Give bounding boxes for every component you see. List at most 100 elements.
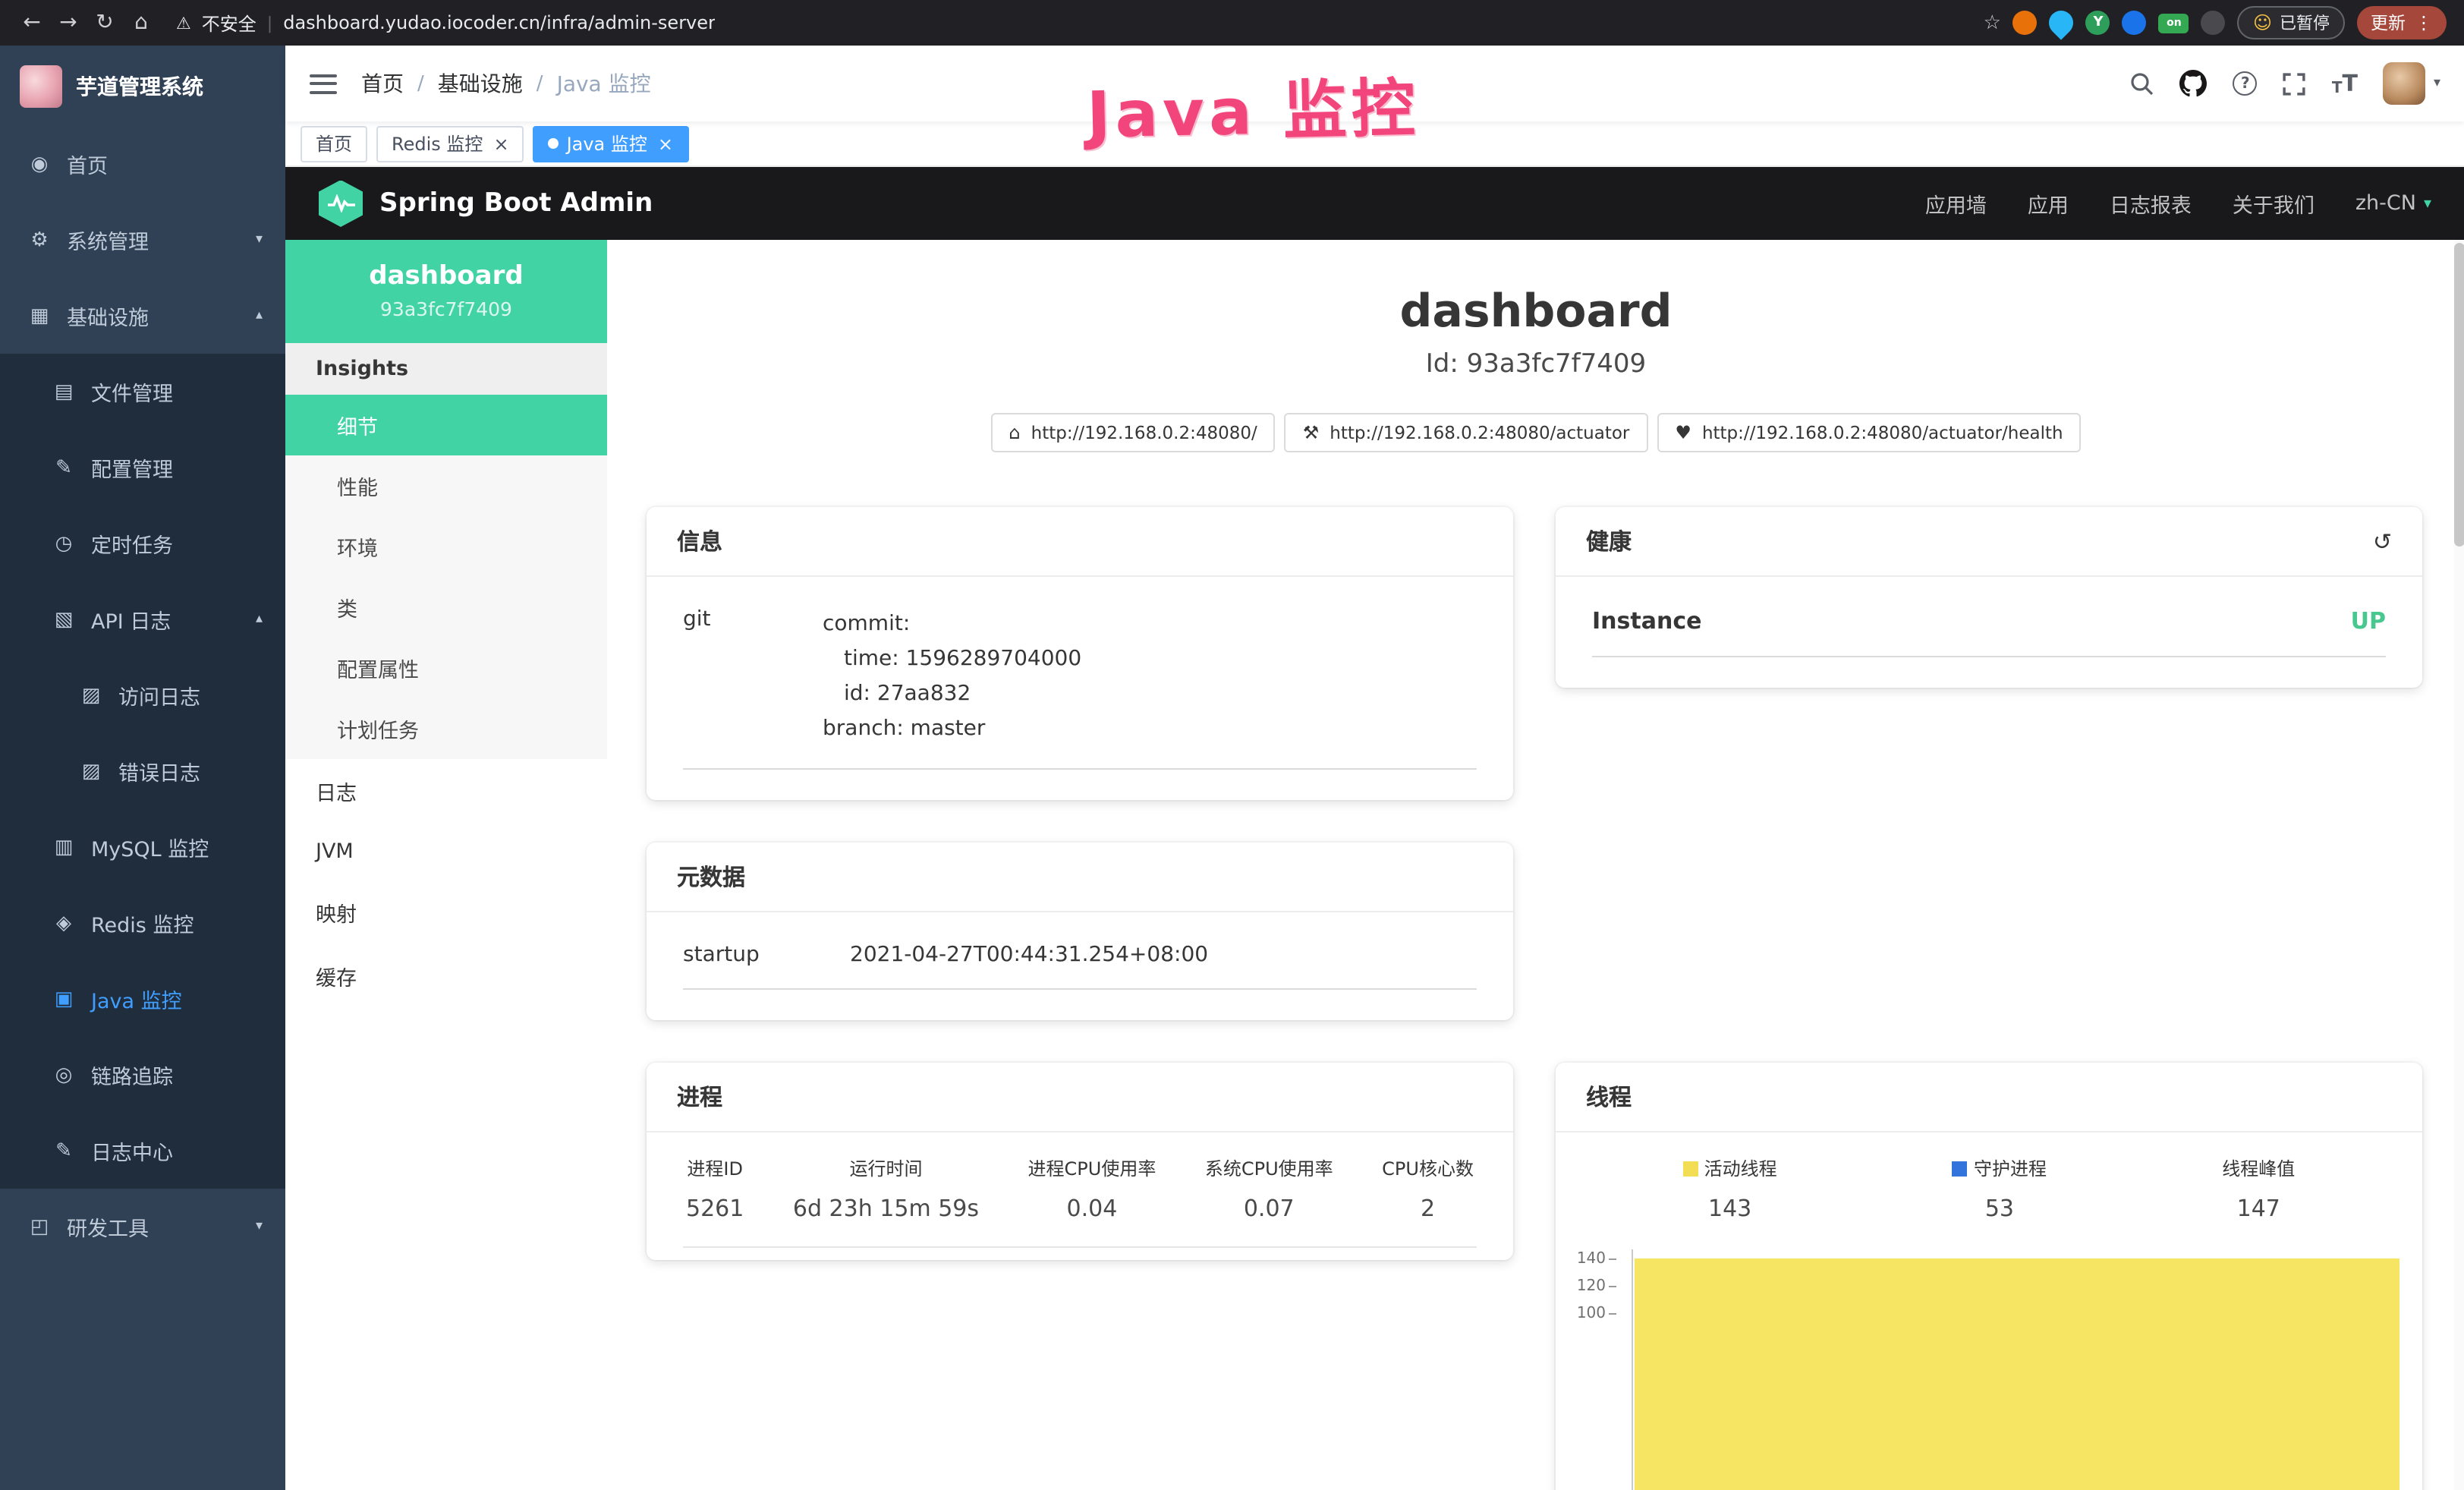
sba-menu-mappings[interactable]: 映射 [285, 880, 607, 944]
sidebar-item-label: 日志中心 [91, 1136, 173, 1166]
actuator-url-button[interactable]: ⚒ http://192.168.0.2:48080/actuator [1285, 413, 1648, 452]
sba-menu-logging[interactable]: 日志 [285, 759, 607, 823]
sba-menu-environment[interactable]: 环境 [285, 516, 607, 577]
sba-menu-scheduled-tasks[interactable]: 计划任务 [285, 698, 607, 759]
sidebar-item-home[interactable]: ◉ 首页 [0, 126, 285, 202]
sidebar-item-mysql-monitor[interactable]: ▥ MySQL 监控 [0, 809, 285, 885]
url-text: dashboard.yudao.iocoder.cn/infra/admin-s… [283, 12, 716, 33]
bookmark-star-icon[interactable]: ☆ [1984, 11, 2001, 34]
stat-label: 进程CPU使用率 [1028, 1156, 1156, 1182]
sidebar-item-label: 定时任务 [91, 528, 173, 559]
forward-icon[interactable]: → [52, 6, 85, 39]
close-icon[interactable]: × [658, 133, 673, 154]
sba-locale-select[interactable]: zh-CN ▾ [2355, 191, 2431, 216]
sidebar-item-api-log[interactable]: ▧ API 日志 ▴ [0, 581, 285, 657]
card-health: 健康 ↺ Instance UP [1556, 507, 2422, 688]
sba-menu-metrics[interactable]: 性能 [285, 455, 607, 516]
extension-icon-green[interactable]: Y [2086, 11, 2110, 35]
sba-instance-header[interactable]: dashboard 93a3fc7f7409 [285, 240, 607, 343]
sba-menu-jvm[interactable]: JVM [285, 823, 607, 880]
history-icon[interactable]: ↺ [2373, 528, 2392, 555]
home-icon[interactable]: ⌂ [124, 6, 158, 39]
sidebar-item-java-monitor[interactable]: ▣ Java 监控 [0, 961, 285, 1037]
health-instance-row[interactable]: Instance UP [1592, 592, 2386, 657]
sidebar-item-dev-tools[interactable]: ◰ 研发工具 ▾ [0, 1189, 285, 1265]
chart-plot-area [1632, 1250, 2399, 1490]
kebab-menu-icon[interactable]: ⋮ [2415, 12, 2433, 33]
paused-badge[interactable]: ☺ 已暂停 [2238, 6, 2345, 39]
spring-boot-admin-frame: Spring Boot Admin 应用墙 应用 日志报表 关于我们 zh-CN… [285, 167, 2464, 1490]
sba-nav-about[interactable]: 关于我们 [2233, 188, 2315, 219]
tab-home[interactable]: 首页 [301, 125, 367, 162]
info-row-label: git [683, 607, 823, 748]
card-info: 信息 git commit: time: 1596289704000 id: 2 [647, 507, 1513, 801]
health-url-button[interactable]: ♥ http://192.168.0.2:48080/actuator/heal… [1657, 413, 2081, 452]
font-size-icon[interactable]: TT [2332, 70, 2358, 97]
sba-menu-caches[interactable]: 缓存 [285, 944, 607, 1008]
address-bar[interactable]: ⚠ 不安全 | dashboard.yudao.iocoder.cn/infra… [161, 10, 1981, 36]
help-icon[interactable]: ? [2233, 71, 2258, 96]
sidebar-item-access-log[interactable]: ▨ 访问日志 [0, 657, 285, 733]
reload-icon[interactable]: ↻ [88, 6, 121, 39]
stat-label: CPU核心数 [1382, 1156, 1474, 1182]
sba-menu-details[interactable]: 细节 [285, 395, 607, 455]
sidebar-item-redis-monitor[interactable]: ◈ Redis 监控 [0, 885, 285, 961]
top-navbar: 首页 / 基础设施 / Java 监控 ? [285, 46, 2464, 121]
security-label: 不安全 [202, 10, 256, 36]
smiley-icon: ☺ [2253, 14, 2272, 32]
chrome-update-button[interactable]: 更新 ⋮ [2357, 6, 2447, 39]
sidebar-item-label: 链路追踪 [91, 1060, 173, 1090]
app-logo [20, 65, 62, 107]
sidebar-item-scheduled-jobs[interactable]: ◷ 定时任务 [0, 506, 285, 581]
scrollbar-thumb[interactable] [2454, 243, 2464, 547]
sba-menu-beans[interactable]: 类 [285, 577, 607, 638]
sidebar-item-label: Java 监控 [91, 984, 182, 1014]
breadcrumb-home[interactable]: 首页 [361, 68, 404, 99]
extension-icon-grid[interactable] [2123, 11, 2147, 35]
app-title: 芋道管理系统 [76, 71, 203, 101]
breadcrumb-infra[interactable]: 基础设施 [438, 68, 523, 99]
app-logo-row[interactable]: 芋道管理系统 [0, 46, 285, 126]
page-subtitle-id: Id: 93a3fc7f7409 [607, 349, 2464, 380]
sba-nav-journal[interactable]: 日志报表 [2110, 188, 2192, 219]
instance-url-button[interactable]: ⌂ http://192.168.0.2:48080/ [990, 413, 1275, 452]
card-threads: 线程 活动线程 143 [1556, 1063, 2422, 1490]
github-icon[interactable] [2180, 70, 2208, 97]
chevron-down-icon: ▾ [2434, 76, 2440, 91]
search-icon[interactable] [2130, 71, 2154, 96]
chevron-down-icon: ▾ [256, 232, 263, 247]
tags-view-bar: 首页 Redis 监控 × Java 监控 × [285, 121, 2464, 167]
sidebar-item-system[interactable]: ⚙ 系统管理 ▾ [0, 202, 285, 278]
sidebar-item-config-manage[interactable]: ✎ 配置管理 [0, 430, 285, 506]
sidebar-item-tracing[interactable]: ◎ 链路追踪 [0, 1037, 285, 1113]
extension-icon-orange[interactable] [2013, 11, 2038, 35]
collapse-sidebar-icon[interactable] [310, 74, 337, 93]
tab-redis-monitor[interactable]: Redis 监控 × [376, 125, 524, 162]
sidebar-item-log-center[interactable]: ✎ 日志中心 [0, 1113, 285, 1189]
close-icon[interactable]: × [493, 133, 508, 154]
stat-value: 6d 23h 15m 59s [793, 1195, 979, 1223]
sidebar-item-file-manage[interactable]: ▤ 文件管理 [0, 354, 285, 430]
page-title: dashboard [607, 285, 2464, 339]
sidebar-item-error-log[interactable]: ▨ 错误日志 [0, 733, 285, 809]
dashboard-icon: ◉ [27, 153, 52, 175]
extension-icon-drop[interactable] [2044, 5, 2079, 39]
info-git-row: git commit: time: 1596289704000 id: 27aa… [683, 592, 1477, 770]
instance-links: ⌂ http://192.168.0.2:48080/ ⚒ http://192… [607, 413, 2464, 452]
legend-label: 线程峰值 [2222, 1156, 2295, 1182]
sidebar-item-label: 访问日志 [118, 680, 200, 710]
tab-java-monitor[interactable]: Java 监控 × [533, 125, 688, 162]
extension-switch-on-badge[interactable]: on [2159, 13, 2189, 33]
sba-menu-insights[interactable]: Insights [285, 343, 607, 395]
extensions-puzzle-icon[interactable] [2201, 11, 2226, 35]
fullscreen-icon[interactable] [2283, 72, 2306, 95]
sba-brand[interactable]: Spring Boot Admin [319, 180, 653, 227]
sba-menu-config-props[interactable]: 配置属性 [285, 638, 607, 698]
sba-nav-applications[interactable]: 应用 [2028, 188, 2069, 219]
instance-name: dashboard [297, 261, 595, 291]
sidebar-item-infra[interactable]: ▦ 基础设施 ▴ [0, 278, 285, 354]
sba-nav-wall[interactable]: 应用墙 [1925, 188, 1987, 219]
back-icon[interactable]: ← [15, 6, 49, 39]
breadcrumb-separator: / [537, 72, 543, 95]
user-avatar-menu[interactable]: ▾ [2384, 62, 2440, 105]
